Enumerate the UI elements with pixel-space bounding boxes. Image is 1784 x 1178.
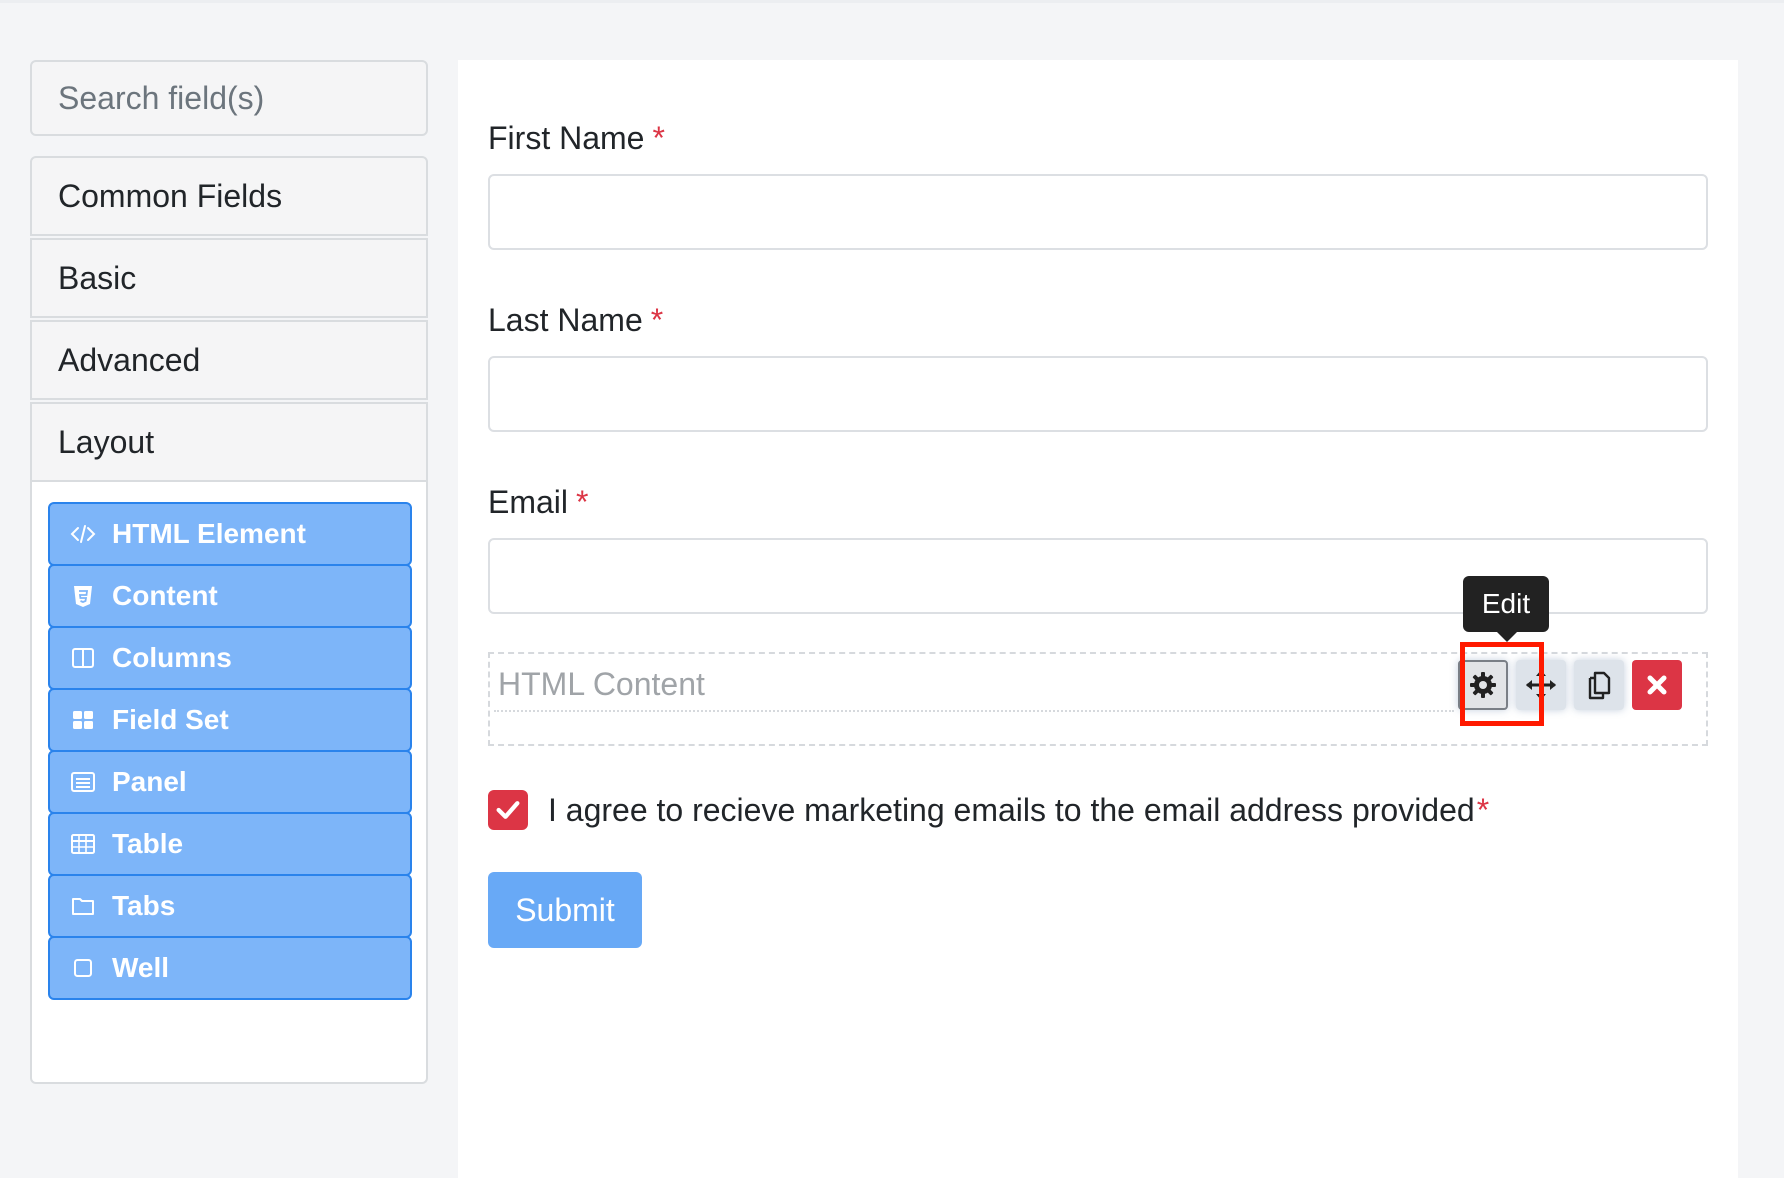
list-alt-icon (70, 769, 96, 795)
group-label: Layout (58, 423, 155, 460)
code-icon (70, 521, 96, 547)
component-well[interactable]: Well (48, 936, 412, 1000)
component-label: Well (112, 952, 170, 983)
search-fields-input[interactable] (58, 79, 426, 117)
component-field-set[interactable]: Field Set (48, 688, 412, 752)
first-name-label: First Name * (488, 120, 665, 157)
agree-checkbox[interactable] (488, 790, 528, 830)
component-html-element[interactable]: HTML Element (48, 502, 412, 566)
group-basic[interactable]: Basic (30, 238, 428, 318)
component-tabs[interactable]: Tabs (48, 874, 412, 938)
form-canvas: First Name * Last Name * Email * HTML Conte… (458, 60, 1738, 1178)
search-box (30, 60, 428, 136)
form-builder-page: Common Fields Basic Advanced Layout HTML… (0, 0, 1784, 1178)
square-icon (70, 955, 96, 981)
copy-button[interactable] (1574, 660, 1624, 710)
th-large-icon (70, 707, 96, 733)
component-label: Content (112, 580, 218, 611)
submit-button[interactable]: Submit (488, 872, 642, 948)
label-text: First Name (488, 120, 645, 156)
component-panel[interactable]: Panel (48, 750, 412, 814)
columns-icon (70, 645, 96, 671)
component-columns[interactable]: Columns (48, 626, 412, 690)
first-name-field[interactable] (488, 174, 1708, 250)
group-label: Common Fields (58, 177, 283, 214)
checkmark-icon (496, 801, 520, 819)
label-text: Email (488, 484, 569, 520)
group-layout[interactable]: Layout (30, 402, 428, 482)
component-label: Field Set (112, 704, 229, 735)
component-label: Columns (112, 642, 232, 673)
edit-button-highlight (1460, 642, 1544, 726)
agree-checkbox-row: I agree to recieve marketing emails to t… (488, 790, 1489, 830)
html5-icon (70, 583, 96, 609)
layout-components-list: HTML Element Content Columns Field Set P… (30, 482, 428, 1084)
copy-icon (1588, 671, 1611, 700)
required-marker: * (1476, 791, 1490, 828)
folder-icon (70, 893, 96, 919)
top-border (0, 0, 1784, 3)
email-label: Email * (488, 484, 588, 521)
component-label: Tabs (112, 890, 176, 921)
required-marker: * (650, 302, 664, 338)
component-sidebar: Common Fields Basic Advanced Layout HTML… (30, 60, 428, 1084)
agree-label-text: I agree to recieve marketing emails to t… (548, 791, 1475, 828)
component-table[interactable]: Table (48, 812, 412, 876)
label-text: Last Name (488, 302, 643, 338)
group-label: Advanced (58, 341, 201, 378)
group-advanced[interactable]: Advanced (30, 320, 428, 400)
remove-button[interactable] (1632, 660, 1682, 710)
last-name-field[interactable] (488, 356, 1708, 432)
edit-tooltip: Edit (1463, 576, 1549, 642)
component-label: Table (112, 828, 184, 859)
group-common-fields[interactable]: Common Fields (30, 156, 428, 236)
html-content-placeholder: HTML Content (494, 656, 1454, 712)
component-content[interactable]: Content (48, 564, 412, 628)
group-label: Basic (58, 259, 137, 296)
last-name-label: Last Name * (488, 302, 663, 339)
component-label: HTML Element (112, 518, 306, 549)
component-label: Panel (112, 766, 187, 797)
close-icon (1647, 675, 1667, 695)
table-icon (70, 831, 96, 857)
required-marker: * (576, 484, 589, 520)
required-marker: * (652, 120, 665, 156)
agree-label: I agree to recieve marketing emails to t… (548, 792, 1489, 829)
